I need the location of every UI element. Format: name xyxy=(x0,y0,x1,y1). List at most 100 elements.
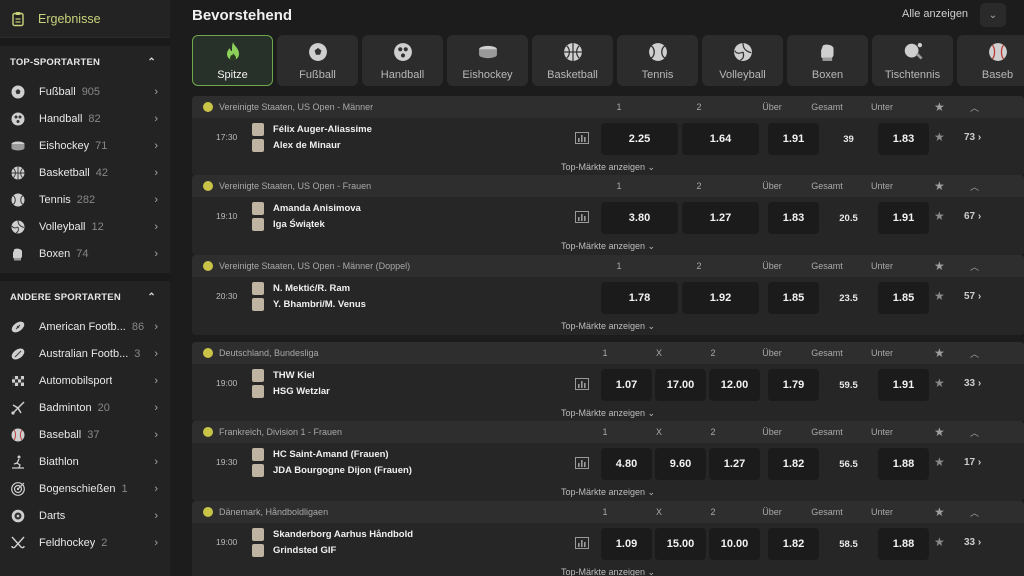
stats-icon[interactable] xyxy=(575,536,589,549)
odds-button[interactable]: 1.07 xyxy=(601,369,652,401)
team-name[interactable]: Alex de Minaur xyxy=(252,139,341,152)
under-odds-button[interactable]: 1.88 xyxy=(878,528,929,560)
star-icon[interactable]: ★ xyxy=(934,455,945,469)
team-name[interactable]: HSG Wetzlar xyxy=(252,385,330,398)
tab-eishockey[interactable]: Eishockey xyxy=(447,35,528,86)
sidebar-item-fußball[interactable]: Fußball 905 › xyxy=(0,78,170,105)
odds-button[interactable]: 1.64 xyxy=(682,123,759,155)
stats-icon[interactable] xyxy=(575,456,589,469)
tab-basketball[interactable]: Basketball xyxy=(532,35,613,86)
chevron-up-icon[interactable]: ︿ xyxy=(970,180,979,193)
sidebar-item-tennis[interactable]: Tennis 282 › xyxy=(0,186,170,213)
star-icon[interactable]: ★ xyxy=(934,130,945,144)
odds-button[interactable]: 12.00 xyxy=(709,369,760,401)
star-icon[interactable]: ★ xyxy=(934,425,945,439)
over-odds-button[interactable]: 1.79 xyxy=(768,369,819,401)
under-odds-button[interactable]: 1.85 xyxy=(878,282,929,314)
star-icon[interactable]: ★ xyxy=(934,505,945,519)
event-row[interactable]: 19:00 Skanderborg Aarhus Håndbold Grindste… xyxy=(192,523,1024,563)
tab-spitze[interactable]: Spitze xyxy=(192,35,273,86)
sidebar-item-badminton[interactable]: Badminton 20 › xyxy=(0,394,170,421)
stats-icon[interactable] xyxy=(575,210,589,223)
more-markets-link[interactable]: 67 › xyxy=(964,211,981,222)
show-top-markets-link[interactable]: Top-Märkte anzeigen ⌄ xyxy=(192,483,1024,501)
star-icon[interactable]: ★ xyxy=(934,376,945,390)
collapse-button[interactable]: ⌄ xyxy=(980,3,1006,27)
chevron-up-icon[interactable]: ︿ xyxy=(970,260,979,273)
over-odds-button[interactable]: 1.82 xyxy=(768,448,819,480)
event-row[interactable]: 19:00 THW Kiel HSG Wetzlar 1.07 17.00 12.00 1.… xyxy=(192,364,1024,404)
odds-button[interactable]: 10.00 xyxy=(709,528,760,560)
team-name[interactable]: JDA Bourgogne Dijon (Frauen) xyxy=(252,464,412,477)
chevron-up-icon[interactable]: ⌃ xyxy=(147,57,156,68)
sidebar-item-american-footb-[interactable]: American Footb... 86 › xyxy=(0,313,170,340)
more-markets-link[interactable]: 73 › xyxy=(964,132,981,143)
event-row[interactable]: 17:30 Félix Auger-Aliassime Alex de Minaur… xyxy=(192,118,1024,158)
sidebar-item-feldhockey[interactable]: Feldhockey 2 › xyxy=(0,529,170,556)
tab-tennis[interactable]: Tennis xyxy=(617,35,698,86)
team-name[interactable]: Y. Bhambri/M. Venus xyxy=(252,298,366,311)
sidebar-item-volleyball[interactable]: Volleyball 12 › xyxy=(0,213,170,240)
star-icon[interactable]: ★ xyxy=(934,100,945,114)
more-markets-link[interactable]: 33 › xyxy=(964,378,981,389)
event-row[interactable]: 20:30 N. Mektić/R. Ram Y. Bhambri/M. Venus… xyxy=(192,277,1024,317)
team-name[interactable]: Amanda Anisimova xyxy=(252,202,361,215)
tab-handball[interactable]: Handball xyxy=(362,35,443,86)
chevron-up-icon[interactable]: ︿ xyxy=(970,506,979,519)
star-icon[interactable]: ★ xyxy=(934,289,945,303)
team-name[interactable]: Grindsted GIF xyxy=(252,544,336,557)
team-name[interactable]: N. Mektić/R. Ram xyxy=(252,282,350,295)
show-top-markets-link[interactable]: Top-Märkte anzeigen ⌄ xyxy=(192,563,1024,576)
sidebar-item-biathlon[interactable]: Biathlon › xyxy=(0,448,170,475)
top-sports-header[interactable]: TOP-SPORTARTEN ⌃ xyxy=(0,46,170,78)
star-icon[interactable]: ★ xyxy=(934,535,945,549)
odds-button[interactable]: 2.25 xyxy=(601,123,678,155)
show-all-link[interactable]: Alle anzeigen xyxy=(902,8,968,20)
odds-button[interactable]: 1.27 xyxy=(709,448,760,480)
more-markets-link[interactable]: 33 › xyxy=(964,537,981,548)
star-icon[interactable]: ★ xyxy=(934,209,945,223)
team-name[interactable]: Skanderborg Aarhus Håndbold xyxy=(252,528,413,541)
chevron-up-icon[interactable]: ︿ xyxy=(970,101,979,114)
under-odds-button[interactable]: 1.88 xyxy=(878,448,929,480)
under-odds-button[interactable]: 1.91 xyxy=(878,369,929,401)
team-name[interactable]: Félix Auger-Aliassime xyxy=(252,123,372,136)
odds-button[interactable]: 4.80 xyxy=(601,448,652,480)
chevron-up-icon[interactable]: ︿ xyxy=(970,426,979,439)
other-sports-header[interactable]: ANDERE SPORTARTEN ⌃ xyxy=(0,281,170,313)
sidebar-item-automobilsport[interactable]: Automobilsport › xyxy=(0,367,170,394)
sidebar-item-australian-footb-[interactable]: Australian Footb... 3 › xyxy=(0,340,170,367)
more-markets-link[interactable]: 57 › xyxy=(964,291,981,302)
sidebar-item-baseball[interactable]: Baseball 37 › xyxy=(0,421,170,448)
event-row[interactable]: 19:30 HC Saint-Amand (Frauen) JDA Bourgogn… xyxy=(192,443,1024,483)
event-row[interactable]: 19:10 Amanda Anisimova Iga Świątek 3.80 1.27… xyxy=(192,197,1024,237)
over-odds-button[interactable]: 1.83 xyxy=(768,202,819,234)
odds-button[interactable]: 3.80 xyxy=(601,202,678,234)
team-name[interactable]: Iga Świątek xyxy=(252,218,325,231)
sidebar-item-basketball[interactable]: Basketball 42 › xyxy=(0,159,170,186)
tab-fußball[interactable]: Fußball xyxy=(277,35,358,86)
odds-button[interactable]: 1.09 xyxy=(601,528,652,560)
show-top-markets-link[interactable]: Top-Märkte anzeigen ⌄ xyxy=(192,158,1024,176)
under-odds-button[interactable]: 1.83 xyxy=(878,123,929,155)
show-top-markets-link[interactable]: Top-Märkte anzeigen ⌄ xyxy=(192,404,1024,422)
star-icon[interactable]: ★ xyxy=(934,259,945,273)
stats-icon[interactable] xyxy=(575,377,589,390)
chevron-up-icon[interactable]: ︿ xyxy=(970,347,979,360)
team-name[interactable]: THW Kiel xyxy=(252,369,315,382)
more-markets-link[interactable]: 17 › xyxy=(964,457,981,468)
star-icon[interactable]: ★ xyxy=(934,346,945,360)
odds-button[interactable]: 9.60 xyxy=(655,448,706,480)
sidebar-item-darts[interactable]: Darts › xyxy=(0,502,170,529)
sidebar-item-bogenschießen[interactable]: Bogenschießen 1 › xyxy=(0,475,170,502)
odds-button[interactable]: 1.78 xyxy=(601,282,678,314)
odds-button[interactable]: 17.00 xyxy=(655,369,706,401)
show-top-markets-link[interactable]: Top-Märkte anzeigen ⌄ xyxy=(192,317,1024,335)
over-odds-button[interactable]: 1.91 xyxy=(768,123,819,155)
tab-boxen[interactable]: Boxen xyxy=(787,35,868,86)
team-name[interactable]: HC Saint-Amand (Frauen) xyxy=(252,448,389,461)
over-odds-button[interactable]: 1.82 xyxy=(768,528,819,560)
sidebar-item-boxen[interactable]: Boxen 74 › xyxy=(0,240,170,267)
sidebar-item-handball[interactable]: Handball 82 › xyxy=(0,105,170,132)
odds-button[interactable]: 15.00 xyxy=(655,528,706,560)
